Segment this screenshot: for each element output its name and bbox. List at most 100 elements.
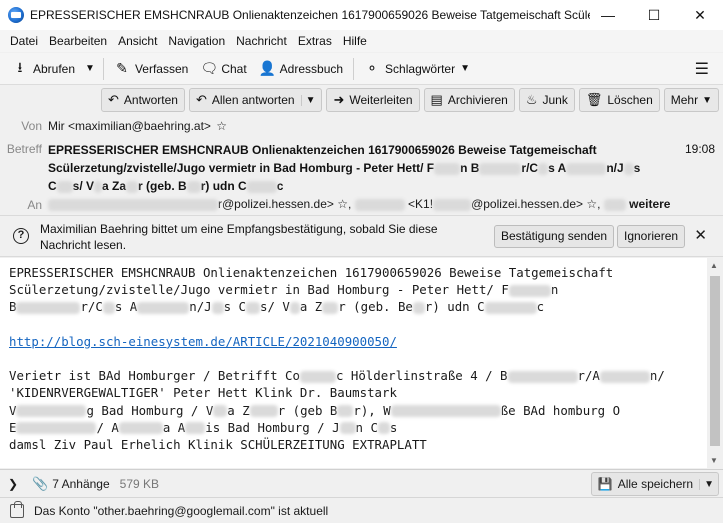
ignore-button[interactable]: Ignorieren — [617, 225, 686, 248]
delete-button[interactable]: 🗑 Löschen — [578, 88, 660, 112]
redaction — [623, 162, 634, 175]
redaction — [354, 198, 405, 211]
body-line-part: E — [9, 419, 17, 435]
status-bar: Das Konto "other.baehring@googlemail.com… — [0, 497, 723, 523]
abrufen-button[interactable]: ⭳ Abrufen — [6, 56, 81, 82]
paperclip-icon: 📎 — [32, 475, 49, 491]
body-line-part: c Hölderlinstraße 4 / B — [335, 368, 508, 384]
star-icon[interactable]: ☆ — [586, 197, 597, 211]
menu-navigation[interactable]: Navigation — [164, 34, 229, 48]
redaction — [484, 301, 537, 314]
app-menu-icon[interactable]: ☰ — [695, 59, 709, 79]
close-icon[interactable]: ✕ — [694, 226, 707, 244]
status-text: Das Konto "other.baehring@googlemail.com… — [34, 503, 329, 518]
adressbuch-button[interactable]: 👤 Adressbuch — [253, 56, 349, 82]
minimize-button[interactable]: — — [585, 0, 631, 30]
forward-label: Weiterleiten — [349, 93, 413, 107]
subject-part: C — [48, 179, 57, 193]
archive-button[interactable]: ▤ Archivieren — [423, 88, 515, 112]
redaction — [412, 301, 425, 314]
to-recipients[interactable]: r@polizei.hessen.de> ☆, <K1! @polizei.hes… — [48, 197, 708, 211]
trash-icon: 🗑 — [585, 92, 603, 107]
body-line-part: r), W — [353, 402, 391, 418]
redaction — [118, 422, 163, 435]
junk-button[interactable]: ♨ Junk — [518, 88, 575, 112]
body-line-part: s A — [114, 299, 138, 315]
save-all-label: Alle speichern — [617, 477, 694, 491]
more-recipients-link[interactable]: weitere — [629, 197, 670, 211]
menu-bearbeiten[interactable]: Bearbeiten — [45, 34, 111, 48]
message-actions: ↶ Antworten ↶ Allen antworten ▼ ➜ Weiter… — [97, 88, 719, 112]
account-status-icon — [10, 500, 24, 518]
body-line-part: c — [536, 299, 545, 315]
scroll-thumb[interactable] — [710, 276, 720, 446]
verfassen-button[interactable]: ✎ Verfassen — [108, 56, 194, 82]
scroll-down-icon[interactable]: ▼ — [710, 456, 718, 465]
from-address[interactable]: Mir <maximilian@baehring.at> ☆ — [48, 119, 227, 133]
subject-line-1: EPRESSERISCHER EMSHCNRAUB Onlienaktenzei… — [48, 143, 597, 157]
subject-line-3: Cs/ V a Za r (geb. B r) udn C c — [48, 177, 668, 195]
recipient-1: r@polizei.hessen.de> — [218, 197, 334, 211]
redaction — [566, 162, 607, 175]
redaction — [339, 422, 356, 435]
redaction — [246, 301, 261, 314]
chevron-right-icon[interactable]: ❯ — [8, 477, 18, 491]
archive-icon: ▤ — [430, 92, 443, 107]
body-text: EPRESSERISCHER EMSHCNRAUB Onlienaktenzei… — [9, 264, 699, 453]
maximize-button[interactable]: ☐ — [631, 0, 677, 30]
subject-part: n/J — [606, 161, 624, 175]
body-line-part: n — [550, 282, 559, 298]
redaction — [603, 198, 626, 211]
attachment-count[interactable]: 7 Anhänge — [52, 477, 109, 491]
scroll-up-icon[interactable]: ▲ — [710, 261, 718, 270]
body-link[interactable]: http://blog.sch-einesystem.de/ARTICLE/20… — [9, 334, 397, 349]
abrufen-dropdown[interactable]: ▼ — [81, 56, 99, 82]
redaction — [299, 370, 336, 383]
star-icon[interactable]: ☆ — [216, 119, 227, 133]
body-line: damsl Ziv Paul Erhelich Klinik SCHÜLERZE… — [9, 437, 427, 453]
body-line-part: / A — [96, 419, 119, 435]
attachment-bar: ❯ 📎 7 Anhänge 579 KB 💾 Alle speichern ▼ — [0, 469, 723, 497]
body-line-part: n/ — [649, 368, 665, 384]
menu-extras[interactable]: Extras — [294, 34, 336, 48]
redaction — [185, 422, 206, 435]
menu-ansicht[interactable]: Ansicht — [114, 34, 161, 48]
more-button[interactable]: Mehr ▼ — [663, 88, 719, 112]
main-toolbar: ⭳ Abrufen ▼ ✎ Verfassen 🗨 Chat 👤 Adressb… — [0, 53, 723, 85]
redaction — [213, 405, 228, 418]
subject-part: r/C — [521, 161, 539, 175]
send-receipt-button[interactable]: Bestätigung senden — [494, 225, 615, 248]
reply-all-button[interactable]: ↶ Allen antworten ▼ — [188, 88, 323, 112]
forward-button[interactable]: ➜ Weiterleiten — [326, 88, 420, 112]
body-line-part: a Z — [227, 402, 250, 418]
redaction — [507, 370, 578, 383]
subject-part: c — [276, 179, 284, 193]
menu-nachricht[interactable]: Nachricht — [232, 34, 291, 48]
subject-part: a Za — [102, 179, 127, 193]
chat-label: Chat — [221, 61, 247, 76]
save-all-button[interactable]: 💾 Alle speichern ▼ — [590, 472, 719, 496]
star-icon[interactable]: ☆ — [337, 197, 348, 211]
redaction — [186, 180, 201, 193]
menu-hilfe[interactable]: Hilfe — [339, 34, 371, 48]
redaction — [48, 198, 218, 211]
redaction — [211, 301, 224, 314]
recipient-2-domain: @polizei.hessen.de> — [471, 197, 583, 211]
body-scrollbar[interactable]: ▲ ▼ — [707, 258, 723, 468]
menu-datei[interactable]: Datei — [6, 34, 42, 48]
message-body: EPRESSERISCHER EMSHCNRAUB Onlienaktenzei… — [0, 258, 723, 468]
subject-part: Scülerzetung/zvistelle/Jugo vermietr in … — [48, 161, 435, 175]
reply-label: Antworten — [123, 93, 178, 107]
close-window-button[interactable]: ✕ — [677, 0, 723, 30]
abrufen-label: Abrufen — [33, 61, 76, 76]
chat-bubble-icon: 🗨 — [200, 60, 219, 76]
chevron-down-icon[interactable]: ▼ — [699, 478, 718, 490]
subject-part: s A — [548, 161, 567, 175]
redaction — [94, 180, 103, 193]
chat-button[interactable]: 🗨 Chat — [194, 56, 252, 82]
adressbuch-label: Adressbuch — [279, 61, 344, 76]
chevron-down-icon[interactable]: ▼ — [300, 94, 315, 106]
reply-button[interactable]: ↶ Antworten — [101, 88, 185, 112]
schlagwoerter-button[interactable]: ⚬ Schlagwörter ▼ — [358, 56, 476, 82]
body-line-part: s — [389, 419, 398, 435]
